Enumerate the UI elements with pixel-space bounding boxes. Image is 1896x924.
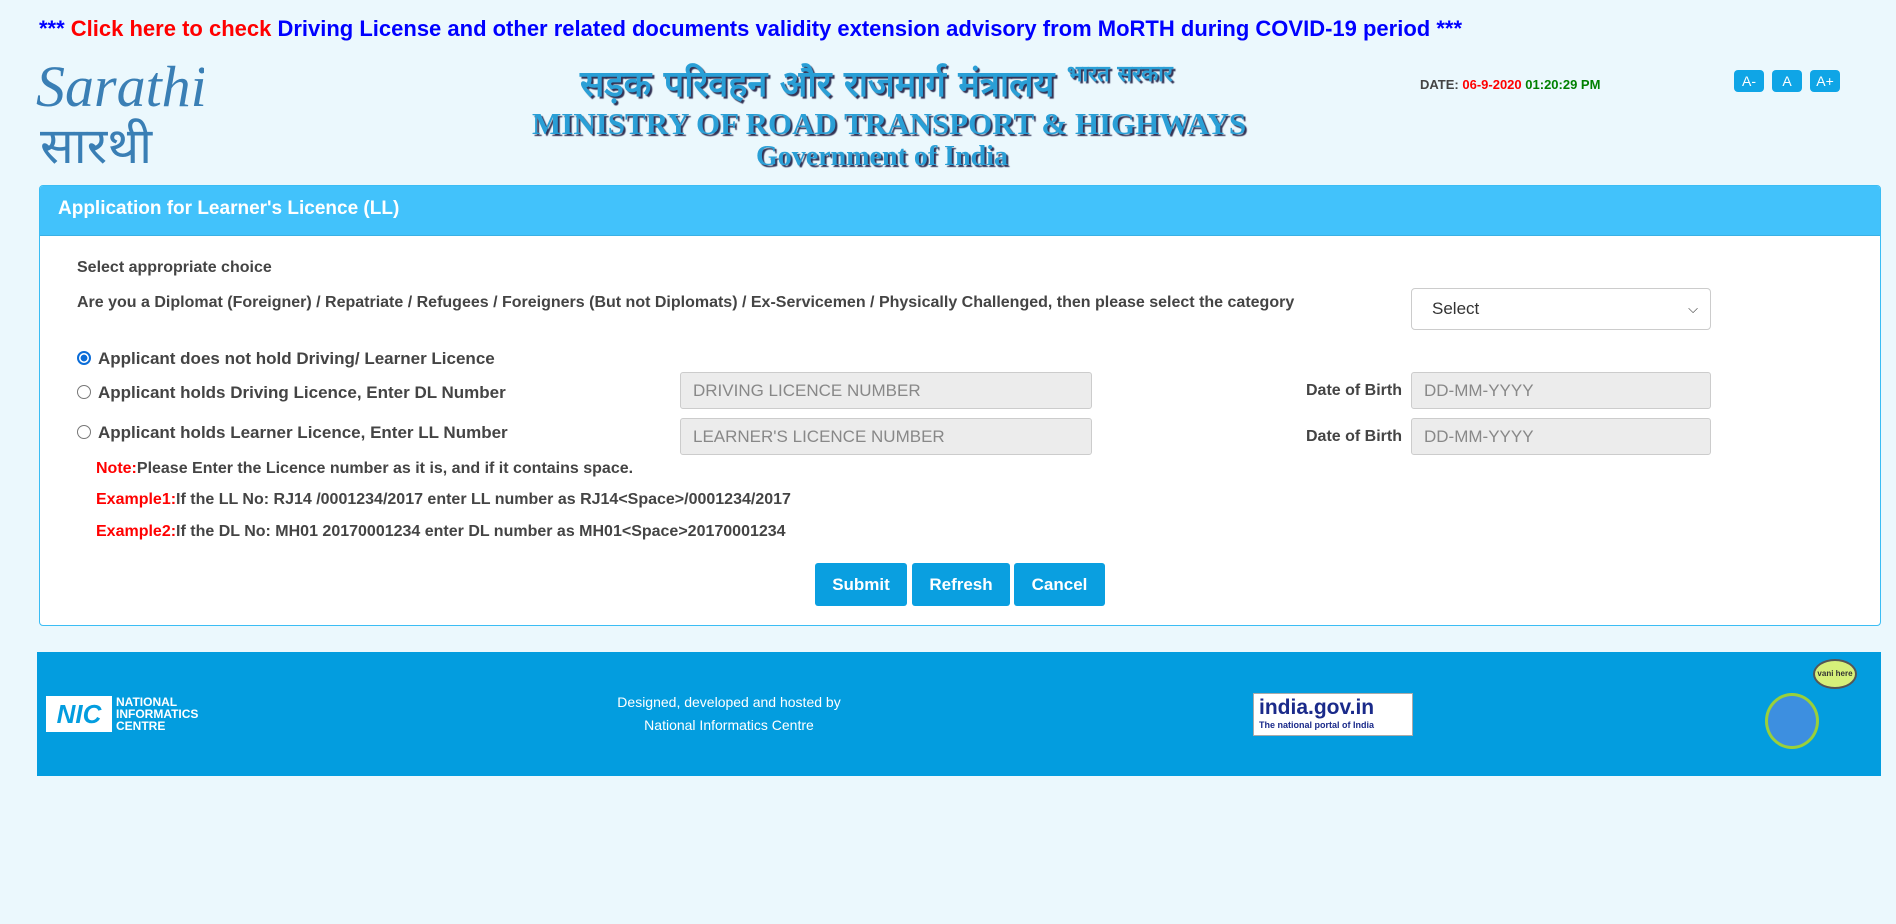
dl-dob-input[interactable]: DD-MM-YYYY [1411, 372, 1711, 409]
panel-title: Application for Learner's Licence (LL) [40, 186, 1880, 236]
sarathi-logo: Sarathi सारथी [36, 54, 207, 175]
cancel-button[interactable]: Cancel [1014, 563, 1105, 606]
option-no-licence-label: Applicant does not hold Driving/ Learner… [98, 349, 495, 368]
click-here-text: Click here to check [70, 16, 272, 41]
radio-driving-licence[interactable] [77, 385, 91, 399]
ministry-hindi-title: सड़क परिवहन और राजमार्ग मंत्रालय भारत सर… [580, 62, 1173, 105]
footer-credit-line2: National Informatics Centre [644, 717, 814, 733]
dl-number-input[interactable]: DRIVING LICENCE NUMBER [680, 372, 1092, 409]
ministry-title: MINISTRY OF ROAD TRANSPORT & HIGHWAYS [532, 106, 1247, 141]
example1-text: Example1:If the LL No: RJ14 /0001234/201… [96, 491, 791, 508]
ll-dob-input[interactable]: DD-MM-YYYY [1411, 418, 1711, 455]
note-text: Note:Please Enter the Licence number as … [96, 460, 634, 477]
india-gov-link[interactable]: india.gov.in The national portal of Indi… [1253, 693, 1413, 736]
option-ll-label: Applicant holds Learner Licence, Enter L… [98, 423, 508, 442]
font-increase-button[interactable]: A+ [1810, 70, 1840, 92]
refresh-button[interactable]: Refresh [912, 563, 1010, 606]
example2-text: Example2:If the DL No: MH01 20170001234 … [96, 523, 786, 540]
footer-credit-line1: Designed, developed and hosted by [617, 694, 841, 710]
ll-number-input[interactable]: LEARNER'S LICENCE NUMBER [680, 418, 1092, 455]
radio-learner-licence[interactable] [77, 425, 91, 439]
vani-chatbot-button[interactable]: vani here [1763, 659, 1860, 750]
nic-logo[interactable]: NIC NATIONAL INFORMATICS CENTRE [46, 696, 198, 732]
svg-text:Sarathi: Sarathi [36, 58, 204, 119]
svg-text:सारथी: सारथी [40, 117, 153, 170]
radio-no-licence[interactable] [77, 351, 91, 365]
chevron-down-icon: ⌵ [1688, 301, 1698, 316]
option-dl-label: Applicant holds Driving Licence, Enter D… [98, 383, 506, 402]
footer [37, 652, 1881, 776]
dob-label: Date of Birth [1306, 382, 1402, 399]
font-decrease-button[interactable]: A- [1734, 70, 1764, 92]
category-question: Are you a Diplomat (Foreigner) / Repatri… [77, 294, 1295, 311]
select-prompt: Select appropriate choice [77, 259, 272, 276]
government-title: Government of India [756, 141, 1008, 172]
font-reset-button[interactable]: A [1772, 70, 1802, 92]
submit-button[interactable]: Submit [815, 563, 907, 606]
dob-label: Date of Birth [1306, 428, 1402, 445]
vani-mascot-icon [1765, 693, 1819, 749]
date-time: DATE: 06-9-2020 01:20:29 PM [1420, 77, 1601, 92]
covid-advisory-link[interactable]: *** Click here to check Driving License … [39, 16, 1462, 42]
category-select[interactable]: Select ⌵ [1411, 288, 1711, 330]
